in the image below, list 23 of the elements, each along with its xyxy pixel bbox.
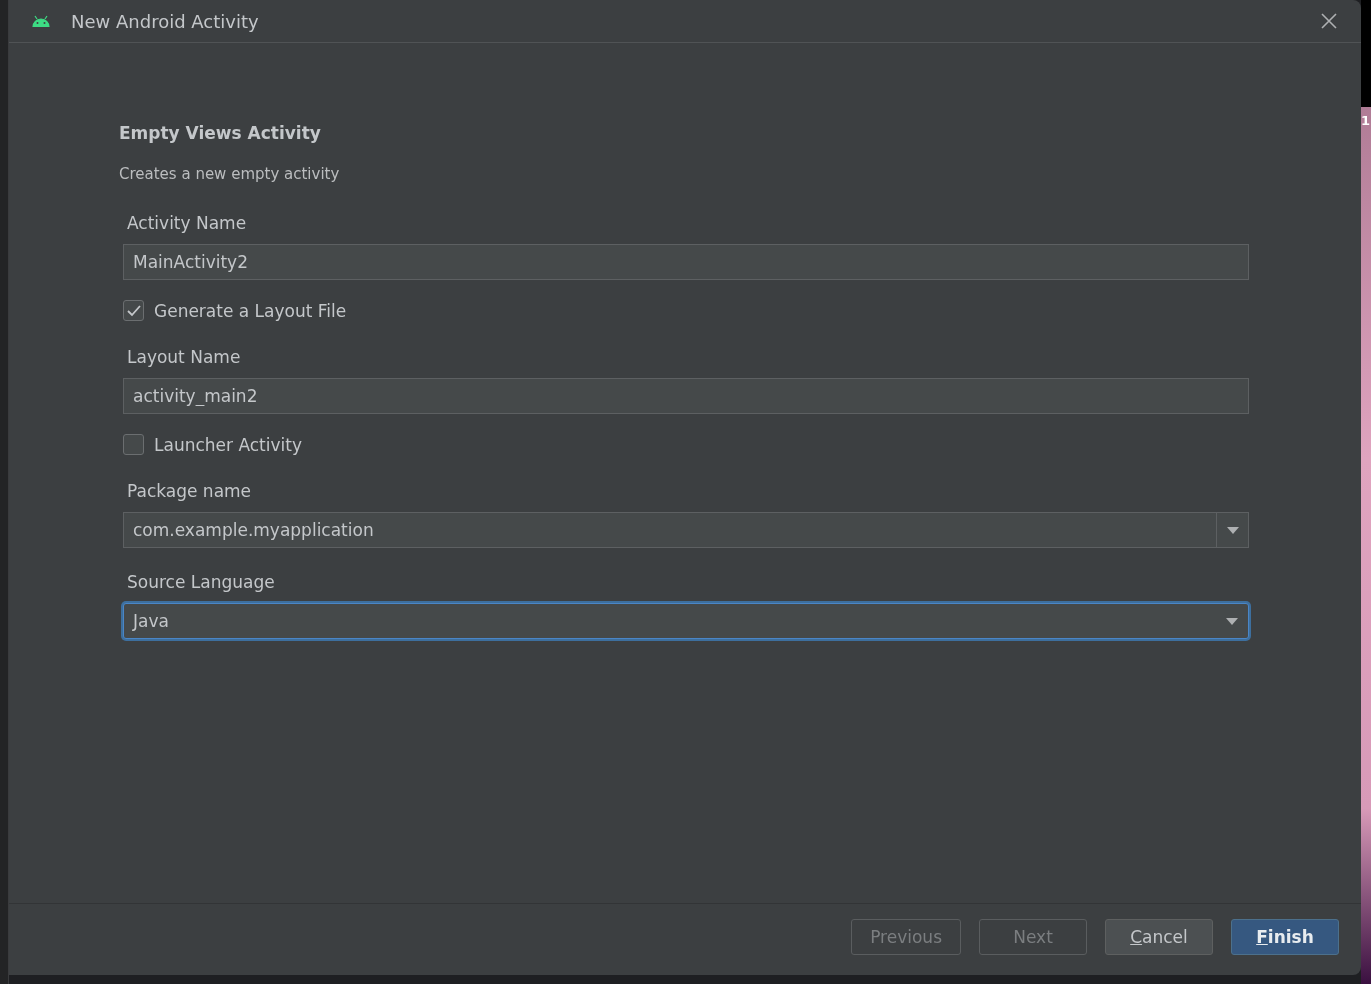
cut-off-text: 1 xyxy=(1361,113,1370,128)
text-field[interactable]: activity_main2 xyxy=(123,378,1249,414)
checkbox-label: Launcher Activity xyxy=(154,434,302,455)
checkbox[interactable] xyxy=(123,300,144,321)
template-description: Creates a new empty activity xyxy=(119,165,341,183)
field-label: Package name xyxy=(127,481,253,501)
dropdown-field[interactable]: com.example.myapplication xyxy=(123,512,1249,548)
finish-button[interactable]: Finish xyxy=(1231,918,1339,955)
checkbox-label: Generate a Layout File xyxy=(154,300,347,321)
window-title: New Android Activity xyxy=(71,10,260,32)
android-icon xyxy=(31,15,51,27)
field-label: Activity Name xyxy=(127,213,248,233)
field-label: Layout Name xyxy=(127,347,242,367)
check-icon xyxy=(126,304,141,317)
close-button[interactable] xyxy=(1319,11,1339,31)
template-title: Empty Views Activity xyxy=(119,123,322,143)
field-label: Source Language xyxy=(127,572,276,592)
dropdown-caret-icon xyxy=(1226,617,1238,625)
dropdown-caret-icon xyxy=(1226,526,1239,534)
dialog-button[interactable]: Cancel xyxy=(1105,918,1213,955)
checkbox[interactable] xyxy=(123,434,144,455)
dropdown-field[interactable]: Java xyxy=(123,603,1249,639)
text-field[interactable]: MainActivity2 xyxy=(123,244,1249,280)
